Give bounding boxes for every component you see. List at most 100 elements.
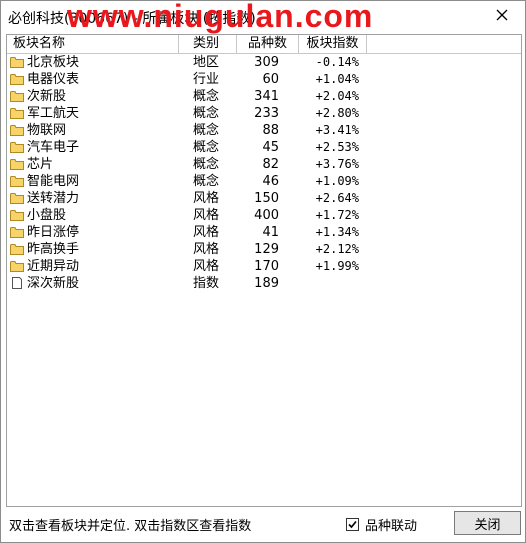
sector-count: 189 <box>254 276 279 291</box>
sector-count: 341 <box>254 89 279 104</box>
sector-type: 风格 <box>193 191 220 206</box>
list-item[interactable]: 昨日涨停 风格 41 +1.34% <box>7 224 521 241</box>
sector-count: 46 <box>262 174 279 189</box>
sector-type: 概念 <box>193 140 220 155</box>
sector-name: 电器仪表 <box>27 72 80 87</box>
list-item[interactable]: 小盘股 风格 400 +1.72% <box>7 207 521 224</box>
dialog-window: 必创科技(300667) - 所属板块 (按指数) www.niugulan.c… <box>0 0 526 543</box>
sector-index[interactable]: +2.64% <box>299 190 359 207</box>
sector-count: 233 <box>254 106 279 121</box>
sector-name: 送转潜力 <box>27 191 80 206</box>
list-item[interactable]: 智能电网 概念 46 +1.09% <box>7 173 521 190</box>
sector-name: 汽车电子 <box>27 140 80 155</box>
folder-icon <box>10 209 24 221</box>
sector-type: 风格 <box>193 259 220 274</box>
list-item[interactable]: 送转潜力 风格 150 +2.64% <box>7 190 521 207</box>
sector-index[interactable]: +2.80% <box>299 105 359 122</box>
checkbox-box[interactable] <box>346 518 359 531</box>
list-item[interactable]: 电器仪表 行业 60 +1.04% <box>7 71 521 88</box>
sector-index[interactable]: +3.76% <box>299 156 359 173</box>
folder-icon <box>10 158 24 170</box>
sector-count: 88 <box>262 123 279 138</box>
sector-name: 近期异动 <box>27 259 80 274</box>
sector-name: 军工航天 <box>27 106 80 121</box>
sector-type: 风格 <box>193 225 220 240</box>
sector-index[interactable]: +1.72% <box>299 207 359 224</box>
sector-index[interactable]: -0.14% <box>299 54 359 71</box>
list-item[interactable]: 次新股 概念 341 +2.04% <box>7 88 521 105</box>
folder-icon <box>10 141 24 153</box>
close-button-label: 关闭 <box>474 517 501 533</box>
column-header-name[interactable]: 板块名称 <box>7 35 179 53</box>
sector-type: 风格 <box>193 242 220 257</box>
list-item[interactable]: 汽车电子 概念 45 +2.53% <box>7 139 521 156</box>
sector-type: 概念 <box>193 106 220 121</box>
list-item[interactable]: 军工航天 概念 233 +2.80% <box>7 105 521 122</box>
sector-index[interactable] <box>299 275 359 292</box>
folder-icon <box>10 90 24 102</box>
sector-type: 风格 <box>193 208 220 223</box>
sector-type: 行业 <box>193 72 220 87</box>
folder-icon <box>10 73 24 85</box>
watermark-text: www.niugulan.com <box>67 0 374 34</box>
sector-index[interactable]: +1.04% <box>299 71 359 88</box>
hint-text: 双击查看板块并定位. 双击指数区查看指数 <box>9 519 252 534</box>
close-button[interactable]: 关闭 <box>454 511 521 535</box>
sector-name: 小盘股 <box>27 208 67 223</box>
sector-list[interactable]: 板块名称 类别 品种数 板块指数 北京板块 地区 309 -0.14% 电器仪表 行业 60… <box>6 34 522 507</box>
document-icon <box>10 277 24 289</box>
sector-index[interactable]: +1.09% <box>299 173 359 190</box>
sector-count: 150 <box>254 191 279 206</box>
sector-count: 60 <box>262 72 279 87</box>
list-item[interactable]: 芯片 概念 82 +3.76% <box>7 156 521 173</box>
sector-count: 129 <box>254 242 279 257</box>
sector-index[interactable]: +2.53% <box>299 139 359 156</box>
list-header: 板块名称 类别 品种数 板块指数 <box>7 35 521 54</box>
sector-name: 次新股 <box>27 89 67 104</box>
list-item[interactable]: 昨高换手 风格 129 +2.12% <box>7 241 521 258</box>
column-header-count[interactable]: 品种数 <box>237 35 299 53</box>
window-close-button[interactable] <box>489 3 515 27</box>
sector-name: 深次新股 <box>27 276 80 291</box>
sector-name: 物联网 <box>27 123 67 138</box>
folder-icon <box>10 175 24 187</box>
sector-index[interactable]: +3.41% <box>299 122 359 139</box>
title-bar: 必创科技(300667) - 所属板块 (按指数) www.niugulan.c… <box>1 0 525 34</box>
sector-index[interactable]: +1.34% <box>299 224 359 241</box>
sector-count: 309 <box>254 55 279 70</box>
sector-index[interactable]: +2.12% <box>299 241 359 258</box>
sector-type: 概念 <box>193 89 220 104</box>
checkbox-label: 品种联动 <box>365 519 418 534</box>
close-icon <box>496 9 508 21</box>
list-item[interactable]: 北京板块 地区 309 -0.14% <box>7 54 521 71</box>
folder-icon <box>10 260 24 272</box>
sector-name: 北京板块 <box>27 55 80 70</box>
list-item[interactable]: 物联网 概念 88 +3.41% <box>7 122 521 139</box>
sector-name: 智能电网 <box>27 174 80 189</box>
sector-type: 地区 <box>193 55 220 70</box>
column-header-index[interactable]: 板块指数 <box>299 35 367 53</box>
sector-type: 概念 <box>193 123 220 138</box>
folder-icon <box>10 107 24 119</box>
sector-name: 芯片 <box>27 157 54 172</box>
folder-icon <box>10 192 24 204</box>
folder-icon <box>10 56 24 68</box>
sector-count: 45 <box>262 140 279 155</box>
folder-icon <box>10 226 24 238</box>
sector-count: 400 <box>254 208 279 223</box>
folder-icon <box>10 243 24 255</box>
folder-icon <box>10 124 24 136</box>
list-item[interactable]: 深次新股 指数 189 <box>7 275 521 292</box>
sector-name: 昨高换手 <box>27 242 80 257</box>
linkage-checkbox[interactable]: 品种联动 <box>346 515 417 534</box>
list-item[interactable]: 近期异动 风格 170 +1.99% <box>7 258 521 275</box>
sector-type: 概念 <box>193 174 220 189</box>
sector-count: 41 <box>262 225 279 240</box>
checkmark-icon <box>348 520 357 529</box>
sector-type: 概念 <box>193 157 220 172</box>
sector-index[interactable]: +1.99% <box>299 258 359 275</box>
column-header-type[interactable]: 类别 <box>179 35 237 53</box>
sector-count: 82 <box>262 157 279 172</box>
sector-count: 170 <box>254 259 279 274</box>
sector-index[interactable]: +2.04% <box>299 88 359 105</box>
